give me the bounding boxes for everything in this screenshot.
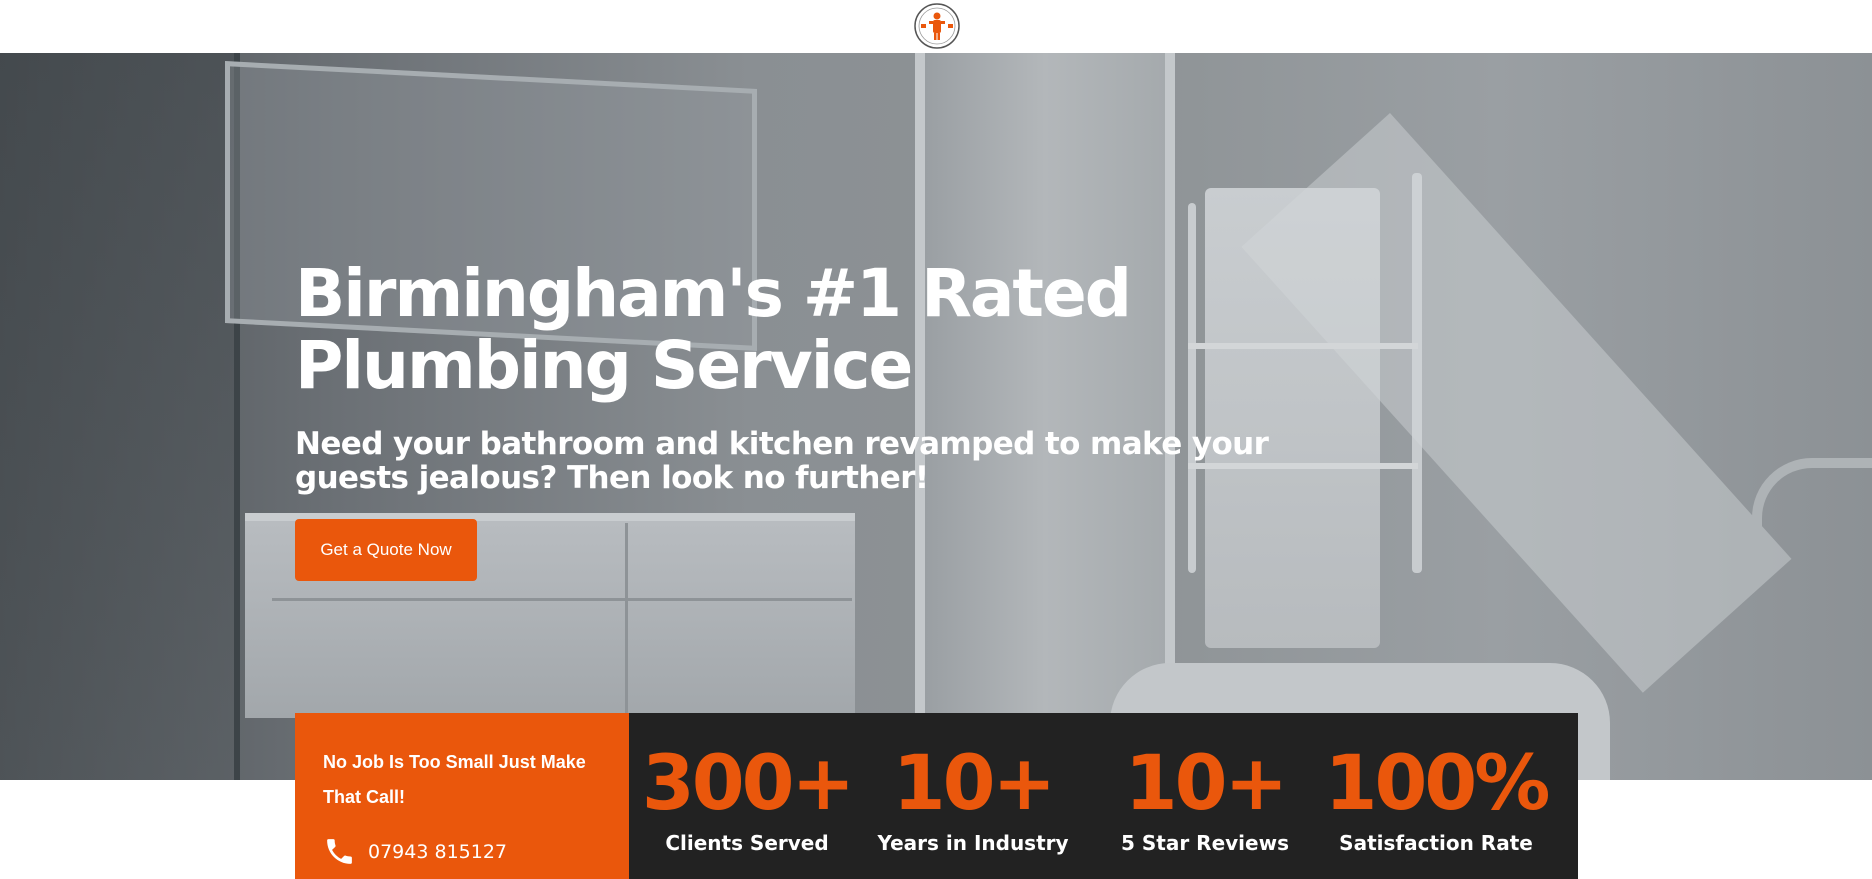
stat-label: Satisfaction Rate bbox=[1339, 831, 1533, 855]
stat-5-star-reviews: 10+ 5 Star Reviews bbox=[1089, 713, 1321, 879]
hero-section: Birmingham's #1 Rated Plumbing Service N… bbox=[0, 53, 1872, 780]
stat-satisfaction-rate: 100% Satisfaction Rate bbox=[1321, 713, 1551, 879]
stat-label: Years in Industry bbox=[877, 831, 1069, 855]
hero-headline: Birmingham's #1 Rated Plumbing Service bbox=[295, 255, 1132, 404]
shower-glass-background bbox=[0, 53, 240, 780]
stat-label: Clients Served bbox=[665, 831, 829, 855]
stat-value: 300+ bbox=[641, 738, 855, 827]
hero-subheadline: Need your bathroom and kitchen revamped … bbox=[295, 426, 1269, 496]
bath-tap-background bbox=[1752, 458, 1872, 538]
phone-icon bbox=[327, 839, 352, 864]
stat-label: 5 Star Reviews bbox=[1121, 831, 1289, 855]
stat-clients-served: 300+ Clients Served bbox=[637, 713, 857, 879]
stat-years-in-industry: 10+ Years in Industry bbox=[857, 713, 1089, 879]
cabinet-line bbox=[272, 598, 852, 601]
call-callout: No Job Is Too Small Just Make That Call!… bbox=[295, 713, 629, 879]
site-header bbox=[0, 0, 1872, 53]
phone-number: 07943 815127 bbox=[368, 840, 508, 863]
hero-content: Birmingham's #1 Rated Plumbing Service N… bbox=[295, 258, 1355, 581]
phone-link[interactable]: 07943 815127 bbox=[323, 835, 601, 868]
callout-text: No Job Is Too Small Just Make That Call! bbox=[323, 752, 586, 807]
get-quote-button[interactable]: Get a Quote Now bbox=[295, 519, 477, 581]
stat-value: 10+ bbox=[892, 738, 1056, 827]
stats-numbers: 300+ Clients Served 10+ Years in Industr… bbox=[629, 713, 1578, 879]
stats-banner: No Job Is Too Small Just Make That Call!… bbox=[295, 713, 1578, 879]
plumber-logo-icon[interactable] bbox=[913, 2, 961, 50]
stat-value: 100% bbox=[1324, 738, 1551, 827]
stat-value: 10+ bbox=[1124, 738, 1288, 827]
